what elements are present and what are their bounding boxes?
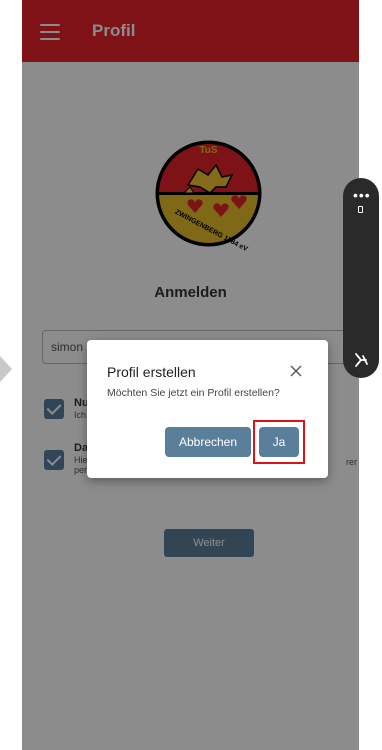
more-icon[interactable]: •••	[353, 188, 371, 202]
screen: Profil TuS ZWINGENBERG 1884 eV Anmelden …	[0, 0, 382, 750]
dialog-message: Möchten Sie jetzt ein Profil erstellen?	[107, 387, 280, 399]
dialog-title: Profil erstellen	[107, 364, 196, 380]
create-profile-dialog: Profil erstellen Möchten Sie jetzt ein P…	[87, 340, 328, 478]
chevron-left-icon[interactable]	[0, 356, 14, 382]
floating-side-panel[interactable]: •••	[343, 178, 379, 378]
confirm-button[interactable]: Ja	[259, 427, 299, 457]
close-icon[interactable]	[287, 362, 305, 380]
phone-frame: Profil TuS ZWINGENBERG 1884 eV Anmelden …	[22, 0, 359, 750]
accessibility-icon[interactable]	[351, 350, 371, 370]
cancel-button[interactable]: Abbrechen	[165, 427, 251, 457]
device-icon	[358, 206, 363, 213]
